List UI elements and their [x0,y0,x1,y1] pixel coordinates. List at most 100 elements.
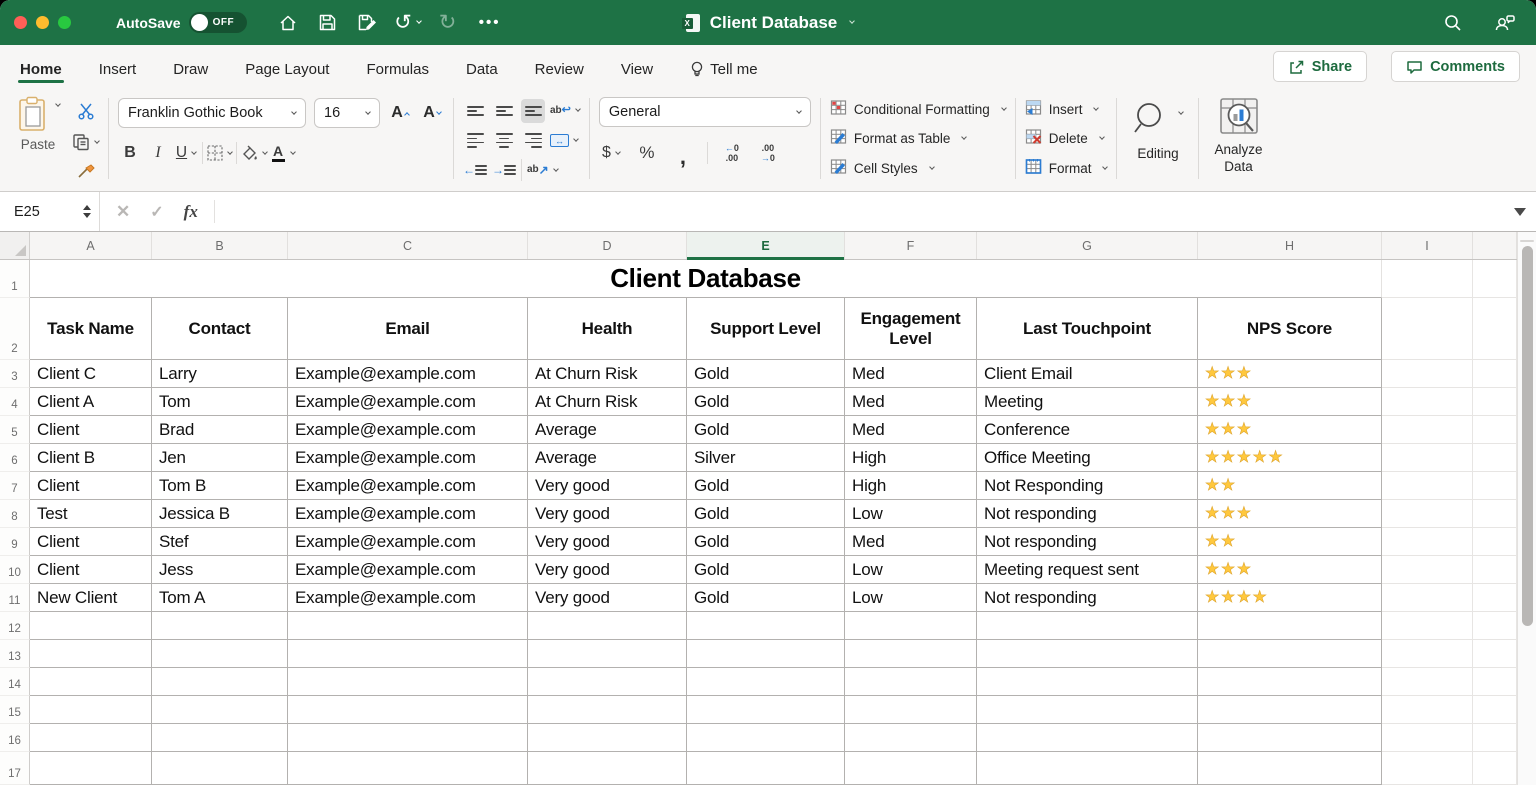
nps-stars-cell[interactable]: ★★★ [1198,556,1382,584]
cell[interactable]: Client B [30,444,152,472]
cell[interactable] [977,724,1198,752]
align-center-button[interactable] [492,129,516,153]
cell[interactable]: New Client [30,584,152,612]
column-header-D[interactable]: D [528,232,687,259]
cell[interactable]: Office Meeting [977,444,1198,472]
cell[interactable] [1473,298,1517,360]
formula-bar-expand-icon[interactable] [1514,208,1526,216]
cell[interactable]: Example@example.com [288,388,528,416]
cell[interactable]: Jess [152,556,288,584]
cell[interactable]: Example@example.com [288,584,528,612]
cell[interactable] [1382,260,1473,298]
cell[interactable] [1473,696,1517,724]
cell[interactable] [30,668,152,696]
cell[interactable] [845,640,977,668]
cell[interactable]: Brad [152,416,288,444]
merge-center-button[interactable]: ↔ [550,129,578,153]
cell[interactable] [288,696,528,724]
cell[interactable] [528,640,687,668]
cell[interactable] [1382,640,1473,668]
cell[interactable]: Gold [687,500,845,528]
cell-styles-button[interactable]: Cell Styles [830,154,1006,183]
currency-button[interactable]: $ [599,141,623,165]
cell[interactable] [288,724,528,752]
row-header-3[interactable]: 3 [0,360,30,388]
cell[interactable] [288,640,528,668]
cell[interactable] [1382,696,1473,724]
autosave-toggle[interactable]: OFF [189,12,247,33]
cell[interactable]: Tom A [152,584,288,612]
table-header-cell[interactable]: NPS Score [1198,298,1382,360]
cell[interactable]: Gold [687,472,845,500]
row-header-7[interactable]: 7 [0,472,30,500]
conditional-formatting-button[interactable]: Conditional Formatting [830,95,1006,124]
nps-stars-cell[interactable]: ★★★★ [1198,584,1382,612]
cell[interactable]: Med [845,416,977,444]
fill-color-button[interactable] [241,141,267,165]
align-middle-button[interactable] [492,99,516,123]
cell[interactable] [977,752,1198,785]
cell[interactable]: High [845,444,977,472]
borders-button[interactable] [207,141,232,165]
row-header-17[interactable]: 17 [0,752,30,785]
cell[interactable]: Gold [687,528,845,556]
cell[interactable] [30,696,152,724]
cell[interactable] [1382,556,1473,584]
underline-button[interactable]: U [174,141,198,165]
cell[interactable]: Meeting [977,388,1198,416]
cut-button[interactable] [72,99,99,123]
format-painter-button[interactable] [72,161,99,185]
comments-button[interactable]: Comments [1391,51,1520,82]
cell[interactable] [1473,388,1517,416]
decrease-decimal-button[interactable]: ←0.00 [720,141,744,165]
cell[interactable]: Example@example.com [288,444,528,472]
column-header-A[interactable]: A [30,232,152,259]
cell[interactable]: Example@example.com [288,416,528,444]
cell[interactable] [1382,612,1473,640]
cell[interactable] [528,612,687,640]
cell[interactable] [1473,260,1517,298]
cell[interactable]: Client A [30,388,152,416]
cell[interactable] [1382,584,1473,612]
cell[interactable]: Low [845,500,977,528]
column-header-B[interactable]: B [152,232,288,259]
cell[interactable] [1473,360,1517,388]
vertical-scrollbar[interactable] [1517,232,1536,785]
cell[interactable] [977,640,1198,668]
title-chevron-icon[interactable] [849,18,855,24]
cell[interactable] [845,696,977,724]
nps-stars-cell[interactable]: ★★★ [1198,500,1382,528]
font-color-button[interactable]: A [271,141,295,165]
cell[interactable] [1473,640,1517,668]
cell[interactable] [152,640,288,668]
table-header-cell[interactable]: Contact [152,298,288,360]
cell[interactable]: Example@example.com [288,528,528,556]
cell[interactable] [1198,640,1382,668]
insert-cells-button[interactable]: Insert [1025,95,1108,124]
undo-button[interactable]: ↺ [393,8,423,38]
cell[interactable]: Gold [687,584,845,612]
number-format-select[interactable]: General [599,97,811,127]
cell[interactable] [1382,500,1473,528]
format-as-table-button[interactable]: Format as Table [830,124,1006,153]
cell[interactable] [1473,472,1517,500]
tab-formulas[interactable]: Formulas [364,49,431,88]
cell[interactable] [1382,528,1473,556]
font-size-select[interactable]: 16 [314,98,380,128]
save-as-icon[interactable] [353,8,383,38]
cell[interactable] [1382,444,1473,472]
cell[interactable] [1473,528,1517,556]
cell[interactable]: Jen [152,444,288,472]
cell[interactable]: At Churn Risk [528,388,687,416]
cell[interactable] [528,696,687,724]
cell[interactable]: Very good [528,528,687,556]
cell[interactable]: Very good [528,472,687,500]
cell[interactable] [1382,298,1473,360]
cell[interactable] [1382,416,1473,444]
save-icon[interactable] [313,8,343,38]
cell[interactable] [977,696,1198,724]
cell[interactable] [845,724,977,752]
row-header-9[interactable]: 9 [0,528,30,556]
cell[interactable]: Very good [528,500,687,528]
cell[interactable]: Average [528,416,687,444]
